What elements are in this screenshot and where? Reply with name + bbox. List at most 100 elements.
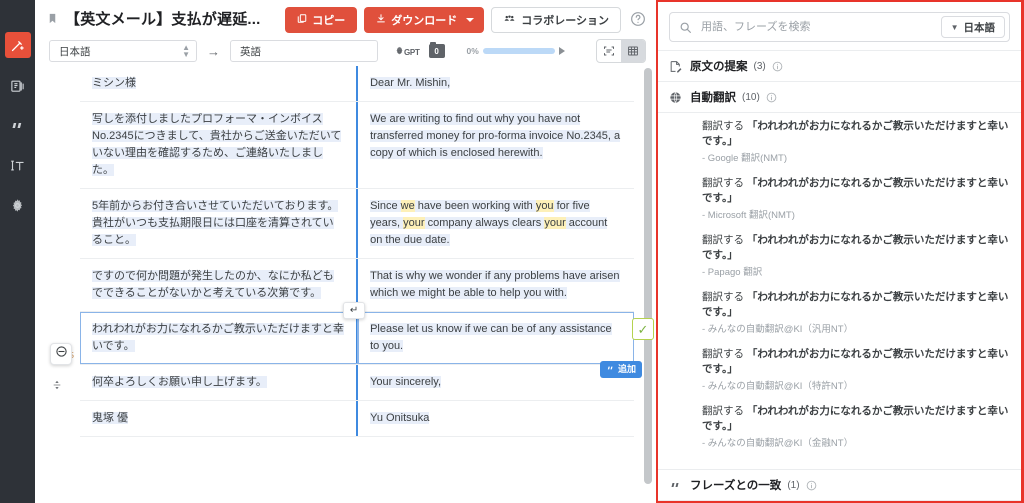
segment-row[interactable]: 鬼塚 優 Yu Onitsuka	[80, 401, 634, 437]
source-language-select[interactable]: 日本語 ▲ ▼	[49, 40, 197, 62]
segment-source-text: われわれがお力になれるかご教示いただけますと幸いです。	[92, 323, 344, 352]
left-rail	[0, 0, 35, 503]
mt-text: 「われわれがお力になれるかご教示いただけますと幸いです。」	[702, 120, 1009, 147]
segment-row[interactable]: ミシン様 Dear Mr. Mishin,	[80, 66, 634, 102]
circle-minus-icon	[55, 345, 68, 363]
mt-suggestion-line: 翻訳する 「われわれがお力になれるかご教示いただけますと幸いです。」	[702, 347, 1010, 377]
segment-target-text: We are writing to find out why you have …	[370, 113, 621, 159]
panel-section-count: (3)	[753, 60, 766, 72]
panel-search-row: ▼ 日本語	[658, 2, 1021, 50]
mt-text: 「われわれがお力になれるかご教示いただけますと幸いです。」	[702, 177, 1009, 204]
copy-icon	[297, 13, 307, 27]
segment-row[interactable]: 何卒よろしくお願い申し上げます。 Your sincerely,	[80, 365, 634, 401]
copy-button[interactable]: コピー	[285, 7, 358, 33]
segment-source-cell[interactable]: ですので何か問題が発生したのか、なにか私どもでできることがないかと考えている次第…	[80, 259, 359, 311]
mt-text: 「われわれがお力になれるかご教示いただけますと幸いです。」	[702, 234, 1009, 261]
play-icon[interactable]	[558, 47, 565, 55]
sidebar-item-documents[interactable]	[5, 72, 31, 98]
segment-source-cell[interactable]: 何卒よろしくお願い申し上げます。	[80, 365, 359, 400]
segment-source-cell[interactable]: 写しを添付しましたプロフォーマ・インボイスNo.2345につきまして、貴社からご…	[80, 102, 359, 188]
machine-translation-item[interactable]: 翻訳する 「われわれがお力になれるかご教示いただけますと幸いです。」 - みんなの…	[702, 404, 1010, 449]
panel-section-top-1[interactable]: 自動翻訳 (10)	[658, 81, 1021, 112]
segment-target-cell[interactable]: Since we have been working with you for …	[358, 189, 634, 258]
bookmark-icon[interactable]	[47, 12, 58, 25]
download-button[interactable]: ダウンロード	[364, 7, 485, 33]
target-language-select[interactable]: 英語	[230, 40, 378, 62]
sidebar-item-edit-translate[interactable]	[4, 32, 31, 58]
mt-suggestion-line: 翻訳する 「われわれがお力になれるかご教示いただけますと幸いです。」	[702, 290, 1010, 320]
sidebar-item-settings[interactable]	[5, 192, 31, 218]
info-icon[interactable]	[766, 92, 777, 103]
search-input[interactable]	[699, 20, 941, 34]
panel-section-title: フレーズとの一致	[690, 480, 782, 492]
machine-translation-item[interactable]: 翻訳する 「われわれがお力になれるかご教示いただけますと幸いです。」 - Goog…	[702, 119, 1010, 164]
segment-row[interactable]: われわれがお力になれるかご教示いただけますと幸いです。 Please let us…	[80, 302, 654, 378]
machine-translation-item[interactable]: 翻訳する 「われわれがお力になれるかご教示いただけますと幸いです。」 - みんなの…	[702, 347, 1010, 392]
editor-scrollbar[interactable]: ▼	[644, 68, 652, 501]
scrollbar-track[interactable]: ▼	[644, 68, 652, 501]
progress-indicator: 0%	[467, 46, 565, 56]
view-mode-toggle	[596, 39, 646, 63]
quote-icon	[10, 118, 25, 133]
mt-suggestion-line: 翻訳する 「われわれがお力になれるかご教示いただけますと幸いです。」	[702, 233, 1010, 263]
machine-translation-item[interactable]: 翻訳する 「われわれがお力になれるかご教示いただけますと幸いです。」 - Papa…	[702, 233, 1010, 278]
collaboration-button[interactable]: コラボレーション	[491, 7, 621, 33]
mt-text: 「われわれがお力になれるかご教示いただけますと幸いです。」	[702, 291, 1009, 318]
segment-source-text: ミシン様	[92, 77, 136, 89]
segment-target-cell[interactable]: Please let us know if we can be of any a…	[343, 302, 654, 378]
approve-segment-button[interactable]: ✓	[631, 318, 654, 340]
grid-view-button[interactable]	[621, 40, 645, 62]
split-rows-icon[interactable]	[52, 378, 62, 394]
sidebar-item-terminology[interactable]	[5, 152, 31, 178]
gpt-label: GPT	[404, 47, 420, 57]
chevron-down-icon[interactable]	[466, 18, 475, 22]
mt-text: 「われわれがお力になれるかご教示いただけますと幸いです。」	[702, 348, 1009, 375]
gear-icon	[10, 198, 25, 213]
search-icon	[679, 21, 692, 34]
segment-source-cell[interactable]: 5年前からお付き合いさせていただいております。貴社がいつも支払期限日には口座を清…	[80, 189, 359, 258]
direction-arrow-icon: →	[207, 43, 220, 59]
search-language-filter[interactable]: ▼ 日本語	[940, 16, 1005, 38]
mt-engine-label: - みんなの自動翻訳@KI（特許NT）	[702, 381, 854, 392]
info-icon[interactable]	[806, 480, 817, 491]
collapse-segment-button[interactable]	[50, 343, 72, 365]
enter-return-icon[interactable]: ↵	[343, 302, 366, 319]
panel-section-footer-0[interactable]: フレーズとの一致 (1)	[658, 469, 1021, 500]
segment-row[interactable]: 写しを添付しましたプロフォーマ・インボイスNo.2345につきまして、貴社からご…	[80, 102, 634, 189]
segment-source-cell[interactable]: ミシン様	[80, 66, 359, 101]
target-language-value: 英語	[240, 45, 261, 58]
sidebar-item-phrases[interactable]	[5, 112, 31, 138]
panel-section-top-0[interactable]: 原文の提案 (3)	[658, 50, 1021, 81]
info-icon[interactable]	[772, 61, 783, 72]
attachment-count-icon[interactable]: 0	[428, 42, 445, 58]
app-root: 【英文メール】支払が遅延... コピー ダウンロード コラボレーション 日本語 …	[0, 0, 1024, 503]
panel-section-title: 原文の提案	[690, 61, 748, 73]
segment-row[interactable]: 5年前からお付き合いさせていただいております。貴社がいつも支払期限日には口座を清…	[80, 189, 634, 259]
segment-view-button[interactable]	[597, 40, 621, 62]
segment-target-cell[interactable]: Your sincerely,	[358, 365, 634, 400]
segment-source-cell[interactable]: われわれがお力になれるかご教示いただけますと幸いです。	[80, 312, 359, 364]
help-circle-icon[interactable]	[630, 11, 648, 29]
machine-translation-item[interactable]: 翻訳する 「われわれがお力になれるかご教示いただけますと幸いです。」 - Micr…	[702, 176, 1010, 221]
globe-icon	[669, 91, 684, 104]
segment-target-cell[interactable]: That is why we wonder if any problems ha…	[358, 259, 634, 311]
suggestion-doc-icon	[669, 60, 684, 73]
gpt-settings-icon[interactable]: GPT	[394, 46, 420, 57]
panel-section-count: (10)	[742, 91, 760, 103]
download-icon	[376, 13, 386, 27]
scrollbar-thumb[interactable]	[644, 68, 652, 484]
mt-action-label: 翻訳する	[702, 177, 744, 189]
segment-target-cell[interactable]: Yu Onitsuka	[358, 401, 634, 436]
segment-target-cell[interactable]: We are writing to find out why you have …	[358, 102, 634, 188]
segment-target-cell[interactable]: Dear Mr. Mishin,	[358, 66, 634, 101]
mt-engine-label: - Papago 翻訳	[702, 267, 763, 278]
mt-suggestion-line: 翻訳する 「われわれがお力になれるかご教示いただけますと幸いです。」	[702, 119, 1010, 149]
panel-section-title: 自動翻訳	[690, 92, 736, 104]
segment-source-cell[interactable]: 鬼塚 優	[80, 401, 359, 436]
add-phrase-chip[interactable]: 追加	[599, 361, 642, 378]
search-box[interactable]: ▼ 日本語	[669, 12, 1010, 42]
segment-columns: ミシン様 Dear Mr. Mishin, 写しを添付しましたプロフォーマ・インボイ…	[80, 66, 654, 503]
machine-translation-item[interactable]: 翻訳する 「われわれがお力になれるかご教示いただけますと幸いです。」 - みんなの…	[702, 290, 1010, 335]
collaboration-button-label: コラボレーション	[521, 15, 609, 27]
segment-source-text: 写しを添付しましたプロフォーマ・インボイスNo.2345につきまして、貴社からご…	[92, 113, 342, 176]
